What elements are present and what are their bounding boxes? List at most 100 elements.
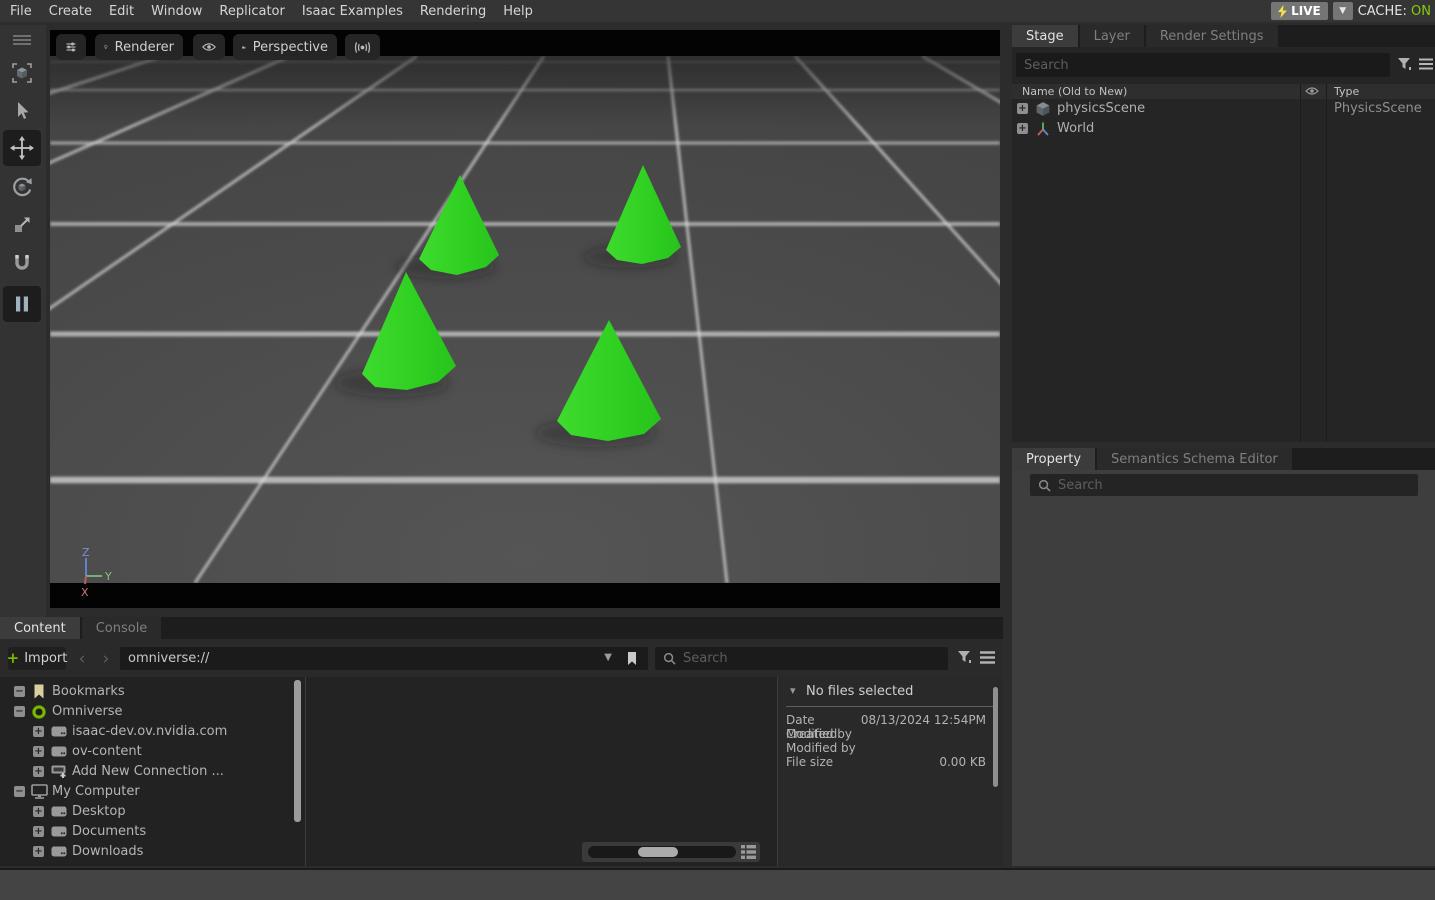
property-panel: Property Semantics Schema Editor <box>1012 448 1435 866</box>
drive-icon <box>51 826 67 837</box>
stage-filter-button[interactable] <box>1397 57 1412 71</box>
path-dropdown-icon[interactable]: ▼ <box>604 652 612 663</box>
stage-search-input[interactable] <box>1016 53 1390 77</box>
live-sync-button[interactable]: LIVE <box>1271 2 1328 20</box>
move-tool-button[interactable] <box>3 130 41 166</box>
menu-rendering[interactable]: Rendering <box>420 4 486 19</box>
forward-button[interactable]: › <box>96 647 116 670</box>
collapse-icon[interactable]: − <box>14 786 25 797</box>
tree-item-desktop[interactable]: + Desktop <box>0 802 305 822</box>
hamburger-icon <box>980 651 995 664</box>
menu-replicator[interactable]: Replicator <box>219 4 284 19</box>
viewport-canvas[interactable] <box>50 56 1000 583</box>
scale-tool-button[interactable] <box>3 209 41 241</box>
collapse-icon[interactable]: − <box>14 706 25 717</box>
pause-icon <box>12 294 32 314</box>
drive-icon <box>51 846 67 857</box>
prim-name: World <box>1057 121 1094 136</box>
expand-icon[interactable]: + <box>33 846 44 857</box>
property-tabbar: Property Semantics Schema Editor <box>1012 448 1435 470</box>
move-icon <box>10 136 34 160</box>
menu-create[interactable]: Create <box>49 4 92 19</box>
select-tool-button[interactable] <box>3 95 41 127</box>
menu-window[interactable]: Window <box>151 4 202 19</box>
tab-stage[interactable]: Stage <box>1012 25 1078 47</box>
tab-property[interactable]: Property <box>1012 448 1095 470</box>
pause-button[interactable] <box>3 286 41 322</box>
expand-icon[interactable]: + <box>33 726 44 737</box>
tree-scrollbar[interactable] <box>294 680 301 822</box>
menu-file[interactable]: File <box>10 4 32 19</box>
tree-item-documents[interactable]: + Documents <box>0 822 305 842</box>
tree-item-add-connection[interactable]: + Add New Connection ... <box>0 762 305 782</box>
select-mode-button[interactable] <box>3 57 41 89</box>
scale-icon <box>12 215 32 235</box>
path-input[interactable] <box>120 647 600 670</box>
tab-console[interactable]: Console <box>82 617 162 639</box>
eye-icon <box>202 41 216 53</box>
tree-item-isaac-dev[interactable]: + isaac-dev.ov.nvidia.com <box>0 722 305 742</box>
stage-options-button[interactable] <box>1419 58 1433 70</box>
column-type-header[interactable]: Type <box>1334 85 1359 98</box>
tab-render-settings[interactable]: Render Settings <box>1146 25 1278 47</box>
isaac-sim-window: File Create Edit Window Replicator Isaac… <box>0 0 1435 900</box>
expand-icon[interactable]: + <box>1017 123 1028 134</box>
rotate-tool-button[interactable] <box>3 171 41 203</box>
search-icon <box>1038 479 1051 492</box>
tree-item-downloads[interactable]: + Downloads <box>0 842 305 862</box>
renderer-dropdown[interactable]: Renderer <box>95 34 183 60</box>
collapse-icon[interactable]: − <box>14 686 25 697</box>
property-search[interactable] <box>1030 474 1418 496</box>
bookmark-toggle-icon[interactable] <box>626 651 638 666</box>
tab-semantics-schema-editor[interactable]: Semantics Schema Editor <box>1097 448 1292 470</box>
prim-name: physicsScene <box>1057 101 1145 116</box>
camera-dropdown[interactable]: Perspective <box>233 34 337 60</box>
content-filter-button[interactable] <box>957 650 972 664</box>
expand-icon[interactable]: + <box>33 826 44 837</box>
expand-icon[interactable]: + <box>33 746 44 757</box>
snap-tool-button[interactable] <box>3 247 41 279</box>
tree-item-bookmarks[interactable]: − Bookmarks <box>0 682 305 702</box>
tree-item-omniverse[interactable]: − Omniverse <box>0 702 305 722</box>
stage-panel: Stage Layer Render Settings Name (Old to… <box>1012 25 1435 442</box>
slider-thumb[interactable] <box>638 847 678 857</box>
toolbar-grip-icon[interactable] <box>3 31 41 49</box>
menu-help[interactable]: Help <box>503 4 533 19</box>
back-button[interactable]: ‹ <box>72 647 92 670</box>
collapse-caret-icon[interactable]: ▾ <box>790 684 796 697</box>
tab-content[interactable]: Content <box>0 617 80 639</box>
expand-icon[interactable]: + <box>33 766 44 777</box>
stage-row-world[interactable]: + World <box>1012 119 1435 139</box>
viewport-settings-button[interactable] <box>56 34 86 60</box>
server-icon <box>51 746 67 757</box>
column-name-header[interactable]: Name (Old to New) <box>1022 85 1127 98</box>
content-search[interactable] <box>655 647 948 670</box>
visibility-button[interactable] <box>193 34 225 60</box>
capture-button[interactable] <box>345 34 380 60</box>
content-search-input[interactable] <box>683 648 948 669</box>
live-dropdown-button[interactable]: ▼ <box>1333 2 1353 20</box>
list-view-toggle-icon[interactable] <box>741 845 756 859</box>
expand-icon[interactable]: + <box>1017 103 1028 114</box>
detail-created-by: Created by <box>786 727 986 741</box>
tree-item-partial[interactable] <box>0 862 305 866</box>
expand-icon[interactable]: + <box>33 806 44 817</box>
tab-layer[interactable]: Layer <box>1080 25 1144 47</box>
menu-edit[interactable]: Edit <box>109 4 134 19</box>
detail-file-size: File size 0.00 KB <box>786 755 986 769</box>
import-button[interactable]: + Import <box>8 647 66 670</box>
thumbnail-scale-slider[interactable] <box>588 846 736 858</box>
sliders-icon <box>65 40 77 54</box>
axis-gizmo[interactable]: Z Y X <box>72 546 116 602</box>
details-scrollbar[interactable] <box>993 687 998 787</box>
menu-isaac-examples[interactable]: Isaac Examples <box>302 4 403 19</box>
tree-item-my-computer[interactable]: − My Computer <box>0 782 305 802</box>
hamburger-icon <box>1419 58 1433 70</box>
axis-x-label: X <box>81 586 89 599</box>
stage-row-physicsscene[interactable]: + physicsScene PhysicsScene <box>1012 99 1435 119</box>
file-grid-area[interactable] <box>306 677 777 866</box>
content-options-button[interactable] <box>980 651 995 664</box>
property-search-input[interactable] <box>1058 475 1418 495</box>
visibility-column-icon[interactable] <box>1305 86 1319 96</box>
tree-item-ov-content[interactable]: + ov-content <box>0 742 305 762</box>
